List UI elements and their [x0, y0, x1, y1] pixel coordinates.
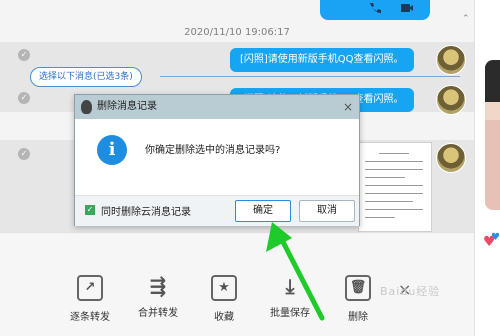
pointer-arrow-annotation — [266, 222, 325, 321]
